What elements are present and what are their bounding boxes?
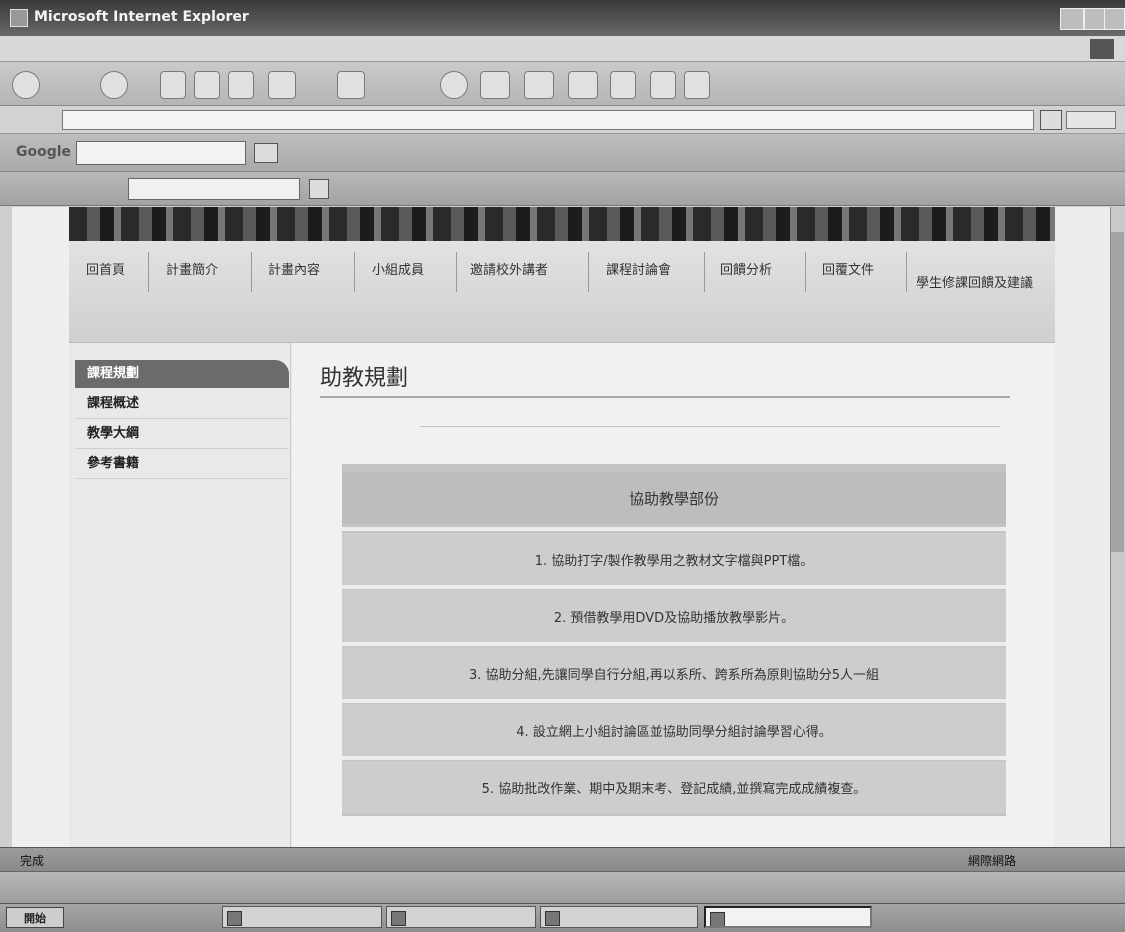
window-icon — [391, 911, 406, 926]
status-bar: 完成 網際網路 — [0, 847, 1125, 871]
window-icon — [710, 912, 725, 926]
assist-row: 1. 協助打字/製作教學用之教材文字檔與PPT檔。 — [342, 533, 1006, 585]
nav-separator — [805, 252, 806, 292]
nav-feedback-analysis[interactable]: 回饋分析 — [720, 259, 772, 278]
stop-icon[interactable] — [160, 71, 186, 99]
start-button[interactable]: 開始 — [6, 907, 64, 928]
sidebar-item-overview[interactable]: 課程概述 — [75, 389, 289, 419]
page-title: 助教規劃 — [320, 366, 409, 391]
live-search-button[interactable] — [309, 179, 329, 199]
assist-row: 4. 設立網上小組討論區並協助同學分組討論學習心得。 — [342, 704, 1006, 756]
taskbar-window[interactable] — [540, 906, 698, 928]
go-button[interactable] — [1066, 111, 1116, 129]
nav-home[interactable]: 回首頁 — [86, 259, 125, 278]
search-icon[interactable] — [268, 71, 296, 99]
live-search-input[interactable] — [128, 178, 300, 200]
nav-separator — [148, 252, 149, 292]
taskbar-window[interactable] — [222, 906, 382, 928]
mail-icon[interactable] — [480, 71, 510, 99]
taskbar-window-active[interactable] — [704, 906, 872, 928]
close-button[interactable] — [1104, 8, 1125, 30]
sidebar-item-syllabus[interactable]: 教學大綱 — [75, 419, 289, 449]
sidebar-item-references[interactable]: 參考書籍 — [75, 449, 289, 479]
forward-arrow-icon[interactable] — [100, 71, 128, 99]
messenger-icon[interactable] — [650, 71, 676, 99]
menu-help[interactable] — [145, 46, 169, 51]
row-divider — [342, 699, 1006, 703]
title-divider — [320, 396, 1010, 398]
status-text: 完成 — [20, 854, 45, 868]
subtitle-divider — [420, 426, 1000, 427]
sidebar-header[interactable]: 課程規劃 — [75, 360, 289, 388]
ie-icon — [10, 9, 28, 27]
home-icon[interactable] — [228, 71, 254, 99]
nav-separator — [588, 252, 589, 292]
window-title: Microsoft Internet Explorer — [34, 9, 249, 25]
window-icon — [545, 911, 560, 926]
menu-edit[interactable] — [29, 46, 53, 51]
google-search-input[interactable] — [76, 141, 246, 165]
row-divider — [342, 585, 1006, 589]
row-divider — [342, 642, 1006, 646]
site-nav-bar — [69, 241, 1055, 343]
menu-favorites[interactable] — [87, 46, 111, 51]
assist-row: 2. 預借教學用DVD及協助播放教學影片。 — [342, 590, 1006, 642]
nav-separator — [354, 252, 355, 292]
language-bar — [0, 871, 1125, 903]
go-icon[interactable] — [1040, 110, 1062, 130]
nav-workshop[interactable]: 課程討論會 — [606, 259, 671, 278]
page-left-margin — [12, 207, 69, 847]
nav-separator — [456, 252, 457, 292]
nav-intro[interactable]: 計畫簡介 — [166, 259, 218, 278]
window-icon — [227, 911, 242, 926]
favorites-star-icon[interactable] — [337, 71, 365, 99]
nav-separator — [251, 252, 252, 292]
address-input[interactable] — [62, 110, 1034, 130]
security-zone: 網際網路 — [968, 854, 1017, 868]
title-bar: Microsoft Internet Explorer — [0, 0, 1125, 36]
navigation-toolbar — [0, 62, 1125, 106]
nav-speakers[interactable]: 邀請校外講者 — [470, 259, 548, 278]
menu-view[interactable] — [58, 46, 82, 51]
print-icon[interactable] — [524, 71, 554, 99]
menu-file[interactable] — [0, 46, 24, 51]
assist-row: 3. 協助分組,先讓同學自行分組,再以系所、跨系所為原則協助分5人一組 — [342, 647, 1006, 699]
research-icon[interactable] — [684, 71, 710, 99]
nav-members[interactable]: 小組成員 — [372, 259, 424, 278]
edit-icon[interactable] — [568, 71, 598, 99]
nav-separator — [906, 252, 907, 292]
scrollbar-thumb[interactable] — [1111, 232, 1124, 552]
back-arrow-icon[interactable] — [12, 71, 40, 99]
history-icon[interactable] — [440, 71, 468, 99]
nav-separator — [704, 252, 705, 292]
row-divider — [342, 527, 1006, 531]
site-banner-image — [69, 207, 1055, 241]
minimize-button[interactable] — [1060, 8, 1084, 30]
windows-logo-icon — [1090, 39, 1114, 59]
page-right-margin — [1055, 207, 1110, 847]
google-logo: Google — [16, 144, 72, 160]
discuss-icon[interactable] — [610, 71, 636, 99]
menu-bar — [0, 36, 1125, 62]
refresh-icon[interactable] — [194, 71, 220, 99]
assist-row: 5. 協助批改作業、期中及期末考、登記成績,並撰寫完成成績複查。 — [342, 761, 1006, 813]
nav-student-feedback[interactable]: 學生修課回饋及建議 — [916, 259, 1040, 309]
row-divider — [342, 756, 1006, 760]
nav-content[interactable]: 計畫內容 — [268, 259, 320, 278]
taskbar-window[interactable] — [386, 906, 536, 928]
menu-tools[interactable] — [116, 46, 140, 51]
google-search-button[interactable] — [254, 143, 278, 163]
assist-table-heading: 協助教學部份 — [342, 472, 1006, 524]
nav-documents[interactable]: 回覆文件 — [822, 259, 874, 278]
